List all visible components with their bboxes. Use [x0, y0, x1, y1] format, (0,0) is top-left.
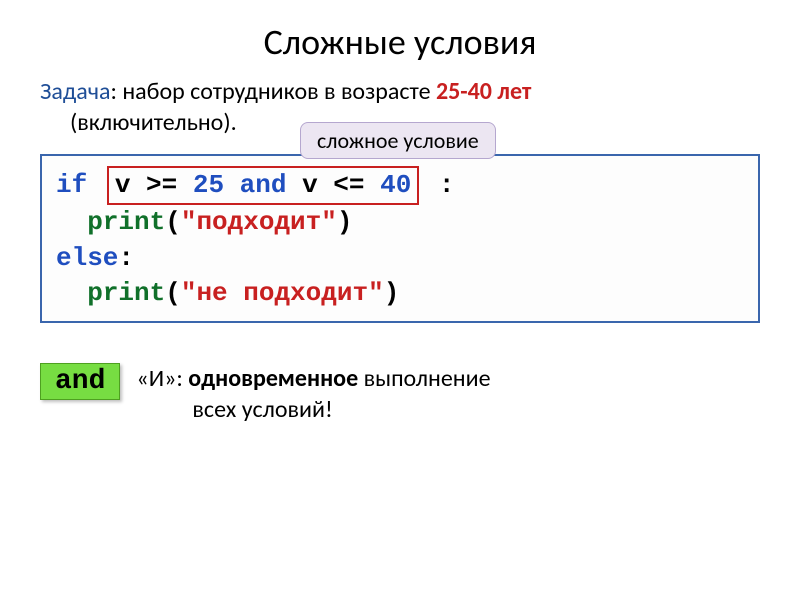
colon1: : [439, 170, 455, 200]
task-text-before: : набор сотрудников в возрасте [111, 77, 436, 106]
and-bold: одновременное [188, 364, 358, 393]
cond-p1: v >= [115, 170, 193, 200]
and-line2: всех условий! [136, 394, 332, 425]
keyword-else: else [56, 243, 118, 273]
keyword-print-2: print [87, 278, 165, 308]
and-explanation: and «И»: одновременное выполнение всех у… [40, 363, 760, 425]
callout-label: сложное условие [300, 122, 496, 159]
num-40: 40 [380, 170, 411, 200]
string-1: "подходит" [181, 207, 337, 237]
string-2: "не подходит" [181, 278, 384, 308]
code-line-3: else: [56, 241, 744, 276]
code-line-4: print("не подходит") [56, 276, 744, 311]
cond-p2: v <= [302, 170, 380, 200]
slide-title: Сложные условия [40, 20, 760, 64]
and-description: «И»: одновременное выполнение всех услов… [136, 363, 490, 425]
keyword-and: and [224, 170, 302, 200]
colon2: : [118, 243, 134, 273]
and-prefix: «И»: [136, 364, 188, 393]
task-label: Задача [40, 77, 111, 106]
code-line-1: if v >= 25 and v <= 40 : [56, 166, 744, 205]
keyword-print-1: print [87, 207, 165, 237]
code-block: if v >= 25 and v <= 40 : print("подходит… [40, 154, 760, 322]
and-suffix: выполнение [358, 364, 490, 393]
code-line-2: print("подходит") [56, 205, 744, 240]
num-25: 25 [193, 170, 224, 200]
and-badge: and [40, 363, 120, 400]
task-age-range: 25-40 лет [436, 77, 531, 106]
slide-content: Сложные условия Задача: набор сотруднико… [0, 0, 800, 445]
condition-box: v >= 25 and v <= 40 [107, 166, 419, 205]
keyword-if: if [56, 170, 87, 200]
